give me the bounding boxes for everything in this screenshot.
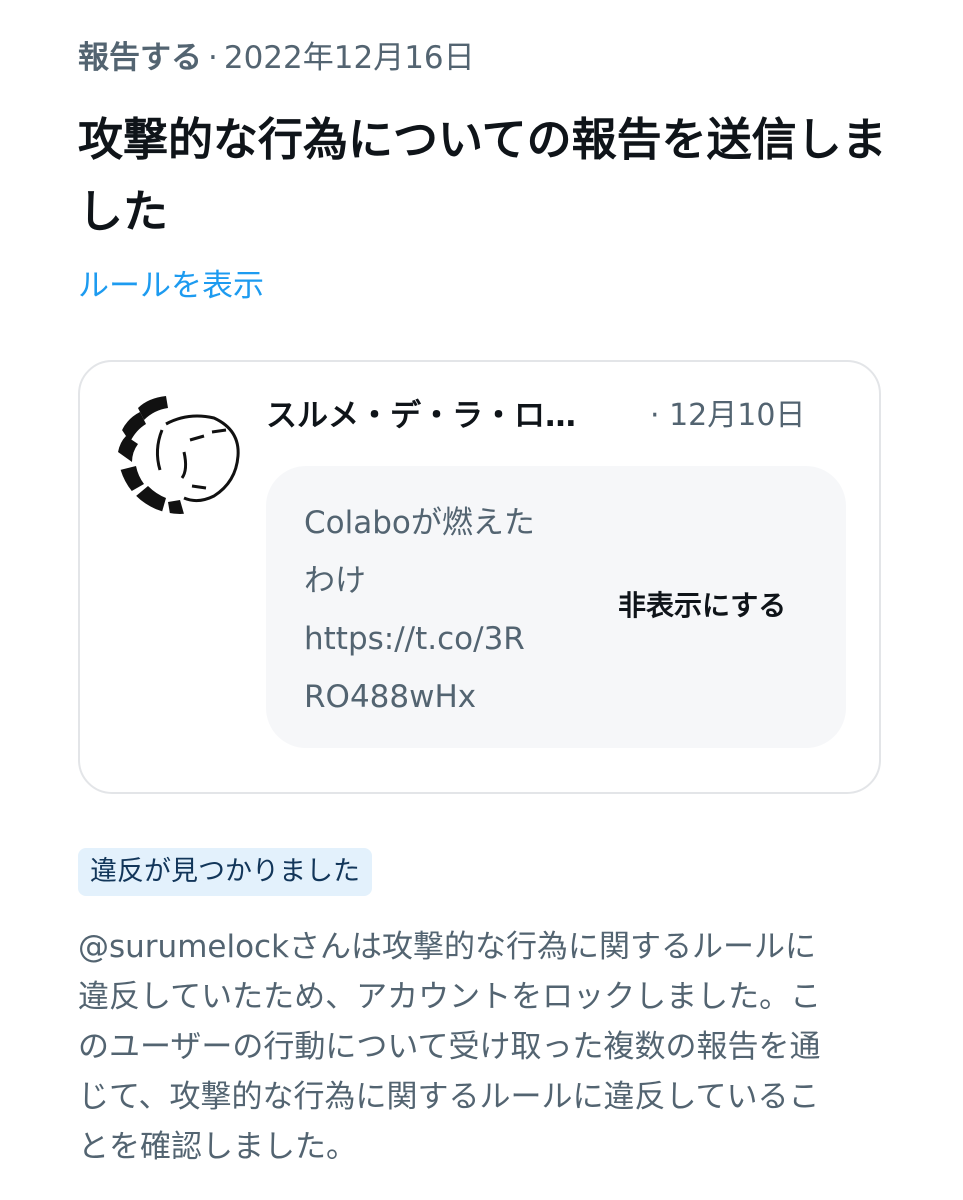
tweet-text-line: Colaboが燃えた [304,505,535,541]
report-meta: 報告する · 2022年12月16日 [78,36,475,80]
hide-tweet-button[interactable]: 非表示にする [618,584,786,628]
report-category: 報告する [78,40,202,76]
meta-separator: · [208,40,218,76]
tweet-text-line: RO488wHx [304,679,477,715]
tweet-header: スルメ・デ・ラ・ロ… · 12月10日 [266,392,826,440]
tweet-date: · 12月10日 [650,398,806,433]
report-date: 2022年12月16日 [223,40,475,76]
view-rules-link[interactable]: ルールを表示 [78,262,264,310]
user-avatar-drawing-icon [118,390,242,514]
description-line: 違反していたため、アカウントをロックしました。こ [78,979,822,1015]
page-title: 攻撃的な行為についての報告を送信しました [78,113,887,238]
violation-description: @surumelockさんは攻撃的な行為に関するルールに 違反していたため、アカ… [78,922,888,1172]
tweet-content-box: Colaboが燃えた わけ https://t.co/3R RO488wHx 非… [266,466,846,748]
description-line: @surumelockさんは攻撃的な行為に関するルールに [78,929,817,965]
description-line: とを確認しました。 [78,1129,357,1165]
violation-found-badge: 違反が見つかりました [78,848,372,896]
description-line: じて、攻撃的な行為に関するルールに違反しているこ [78,1079,820,1115]
tweet-text-line: https://t.co/3R [304,621,525,657]
tweet-author-name[interactable]: スルメ・デ・ラ・ロ… [266,392,576,440]
avatar [118,390,242,514]
tweet-text-line: わけ [304,563,366,599]
description-line: のユーザーの行動について受け取った複数の報告を通 [78,1029,821,1065]
tweet-text: Colaboが燃えた わけ https://t.co/3R RO488wHx [304,494,574,726]
reported-tweet-card: スルメ・デ・ラ・ロ… · 12月10日 Colaboが燃えた わけ https:… [78,360,881,794]
